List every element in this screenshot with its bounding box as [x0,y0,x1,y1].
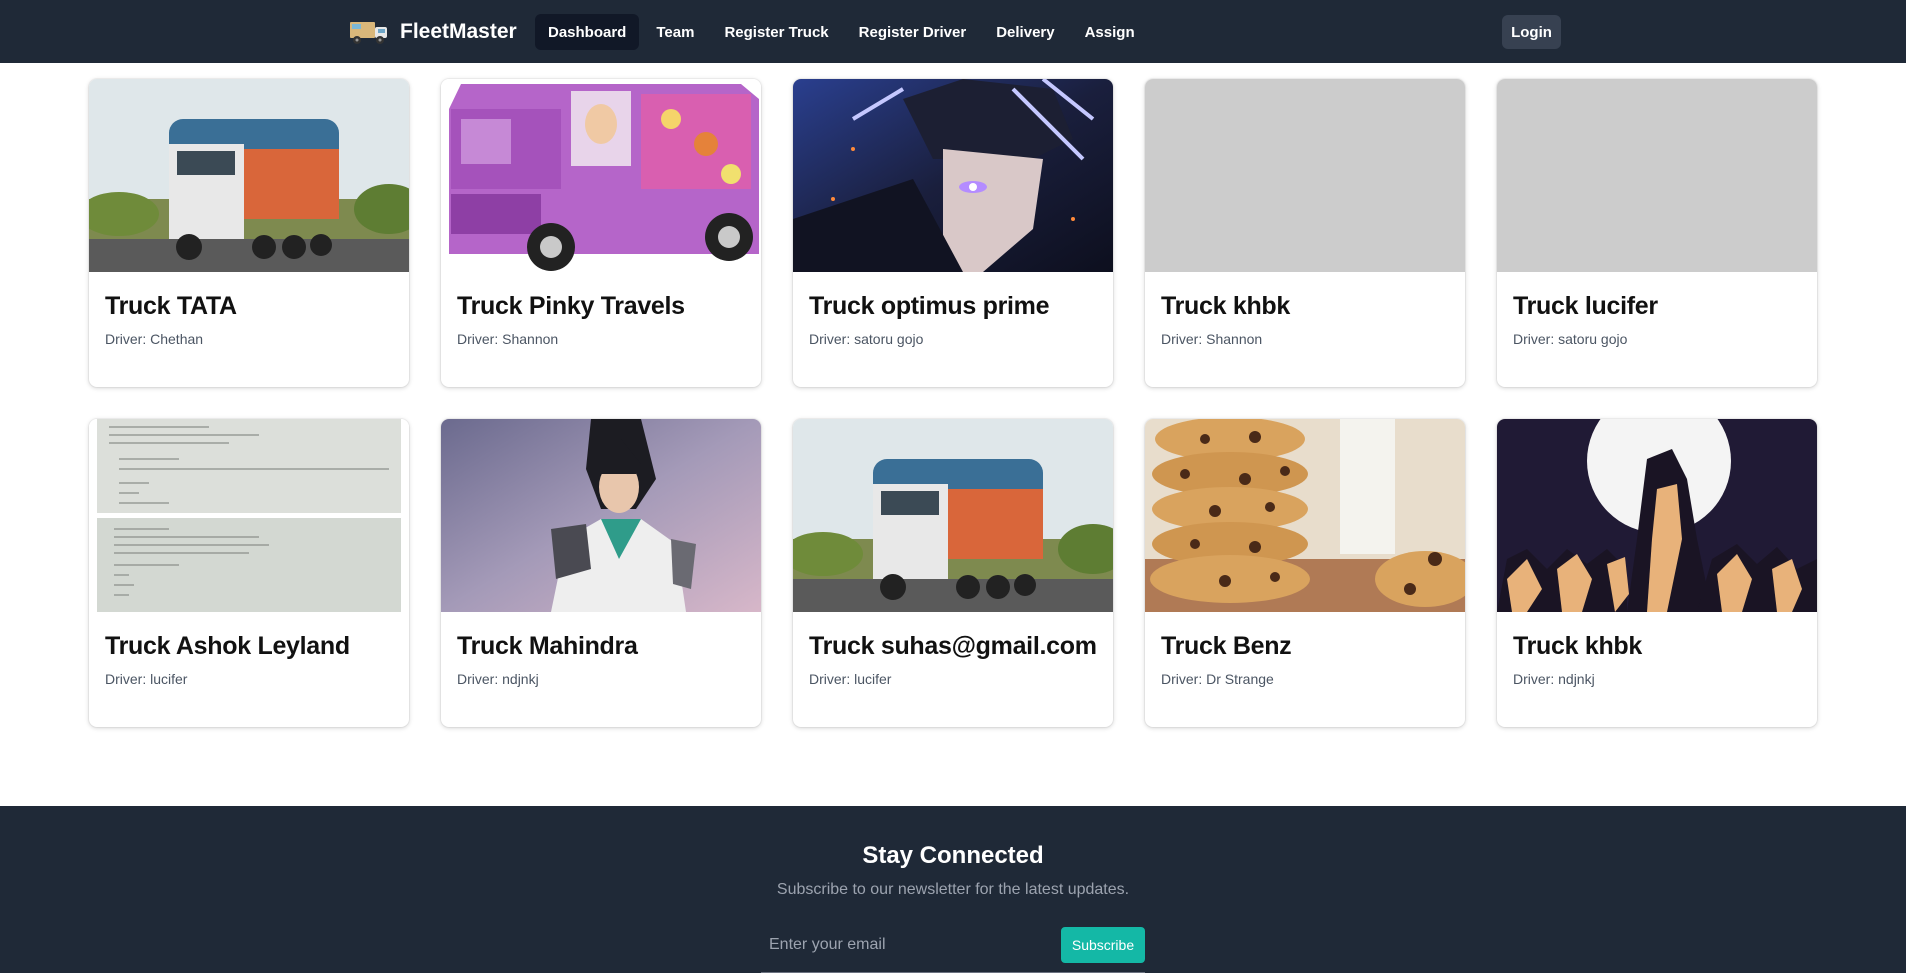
nav-link-team[interactable]: Team [643,14,707,50]
truck-title: Truck optimus prime [809,292,1050,320]
truck-card[interactable]: Truck Mahindra Driver: ndjnkj [441,419,761,727]
truck-image [793,419,1113,612]
brand[interactable]: FleetMaster [349,14,517,50]
driver-label: Driver: [105,331,147,347]
footer-title: Stay Connected [862,842,1044,869]
driver-line: Driver: Dr Strange [1161,671,1449,687]
truck-title: Truck Benz [1161,632,1292,660]
truck-title: Truck Ashok Leyland [105,632,350,660]
truck-card[interactable]: Truck Ashok Leyland Driver: lucifer [89,419,409,727]
driver-name: lucifer [854,671,892,687]
truck-image [441,79,761,272]
driver-line: Driver: Shannon [457,331,745,347]
driver-label: Driver: [457,331,499,347]
login-button[interactable]: Login [1502,15,1561,49]
truck-title: Truck khbk [1161,292,1290,320]
truck-image [1145,419,1465,612]
email-input[interactable] [761,927,1061,963]
driver-label: Driver: [809,331,851,347]
driver-line: Driver: Chethan [105,331,393,347]
driver-line: Driver: satoru gojo [809,331,1097,347]
subscribe-button[interactable]: Subscribe [1061,927,1145,963]
driver-name: Shannon [502,331,559,347]
truck-card[interactable]: Truck TATA Driver: Chethan [89,79,409,387]
driver-line: Driver: ndjnkj [1513,671,1801,687]
driver-name: Shannon [1206,331,1263,347]
truck-title: Truck suhas@gmail.com [809,632,1097,660]
driver-label: Driver: [457,671,499,687]
truck-image [793,79,1113,272]
truck-image [89,79,409,272]
driver-name: satoru gojo [1558,331,1628,347]
driver-line: Driver: satoru gojo [1513,331,1801,347]
driver-label: Driver: [1161,671,1203,687]
driver-label: Driver: [809,671,851,687]
brand-name: FleetMaster [400,20,517,43]
truck-image [89,419,409,612]
driver-label: Driver: [105,671,147,687]
driver-label: Driver: [1161,331,1203,347]
nav-link-register-driver[interactable]: Register Driver [846,14,980,50]
truck-image [441,419,761,612]
truck-image [1497,419,1817,612]
driver-label: Driver: [1513,331,1555,347]
driver-name: satoru gojo [854,331,924,347]
footer-subtitle: Subscribe to our newsletter for the late… [776,881,1130,898]
driver-line: Driver: lucifer [105,671,393,687]
driver-line: Driver: lucifer [809,671,1097,687]
driver-name: Dr Strange [1206,671,1274,687]
truck-card[interactable]: Truck khbk Driver: ndjnkj [1497,419,1817,727]
nav-link-assign[interactable]: Assign [1072,14,1148,50]
driver-label: Driver: [1513,671,1555,687]
truck-logo-icon [350,21,387,44]
truck-card[interactable]: Truck khbk Driver: Shannon [1145,79,1465,387]
nav-link-dashboard[interactable]: Dashboard [535,14,640,50]
truck-title: Truck khbk [1513,632,1642,660]
truck-title: Truck Pinky Travels [457,292,685,320]
truck-card-grid: Truck TATA Driver: Chethan Truck Pinky T… [89,79,1817,727]
truck-image-placeholder [1497,79,1817,272]
driver-name: ndjnkj [1558,671,1595,687]
newsletter-form: Subscribe [761,927,1145,973]
truck-image-placeholder [1145,79,1465,272]
truck-card[interactable]: Truck suhas@gmail.com Driver: lucifer [793,419,1113,727]
driver-name: lucifer [150,671,188,687]
driver-name: Chethan [150,331,204,347]
truck-title: Truck TATA [105,292,237,320]
footer: Stay Connected Subscribe to our newslett… [0,806,1906,973]
truck-card[interactable]: Truck Benz Driver: Dr Strange [1145,419,1465,727]
truck-card[interactable]: Truck lucifer Driver: satoru gojo [1497,79,1817,387]
truck-card[interactable]: Truck Pinky Travels Driver: Shannon [441,79,761,387]
nav-links: Dashboard Team Register Truck Register D… [535,14,1148,50]
truck-card[interactable]: Truck optimus prime Driver: satoru gojo [793,79,1113,387]
driver-line: Driver: Shannon [1161,331,1449,347]
top-navbar: FleetMaster Dashboard Team Register Truc… [0,0,1906,63]
driver-name: ndjnkj [502,671,539,687]
truck-title: Truck lucifer [1513,292,1658,320]
truck-title: Truck Mahindra [457,632,638,660]
nav-link-register-truck[interactable]: Register Truck [711,14,841,50]
driver-line: Driver: ndjnkj [457,671,745,687]
nav-link-delivery[interactable]: Delivery [983,14,1067,50]
